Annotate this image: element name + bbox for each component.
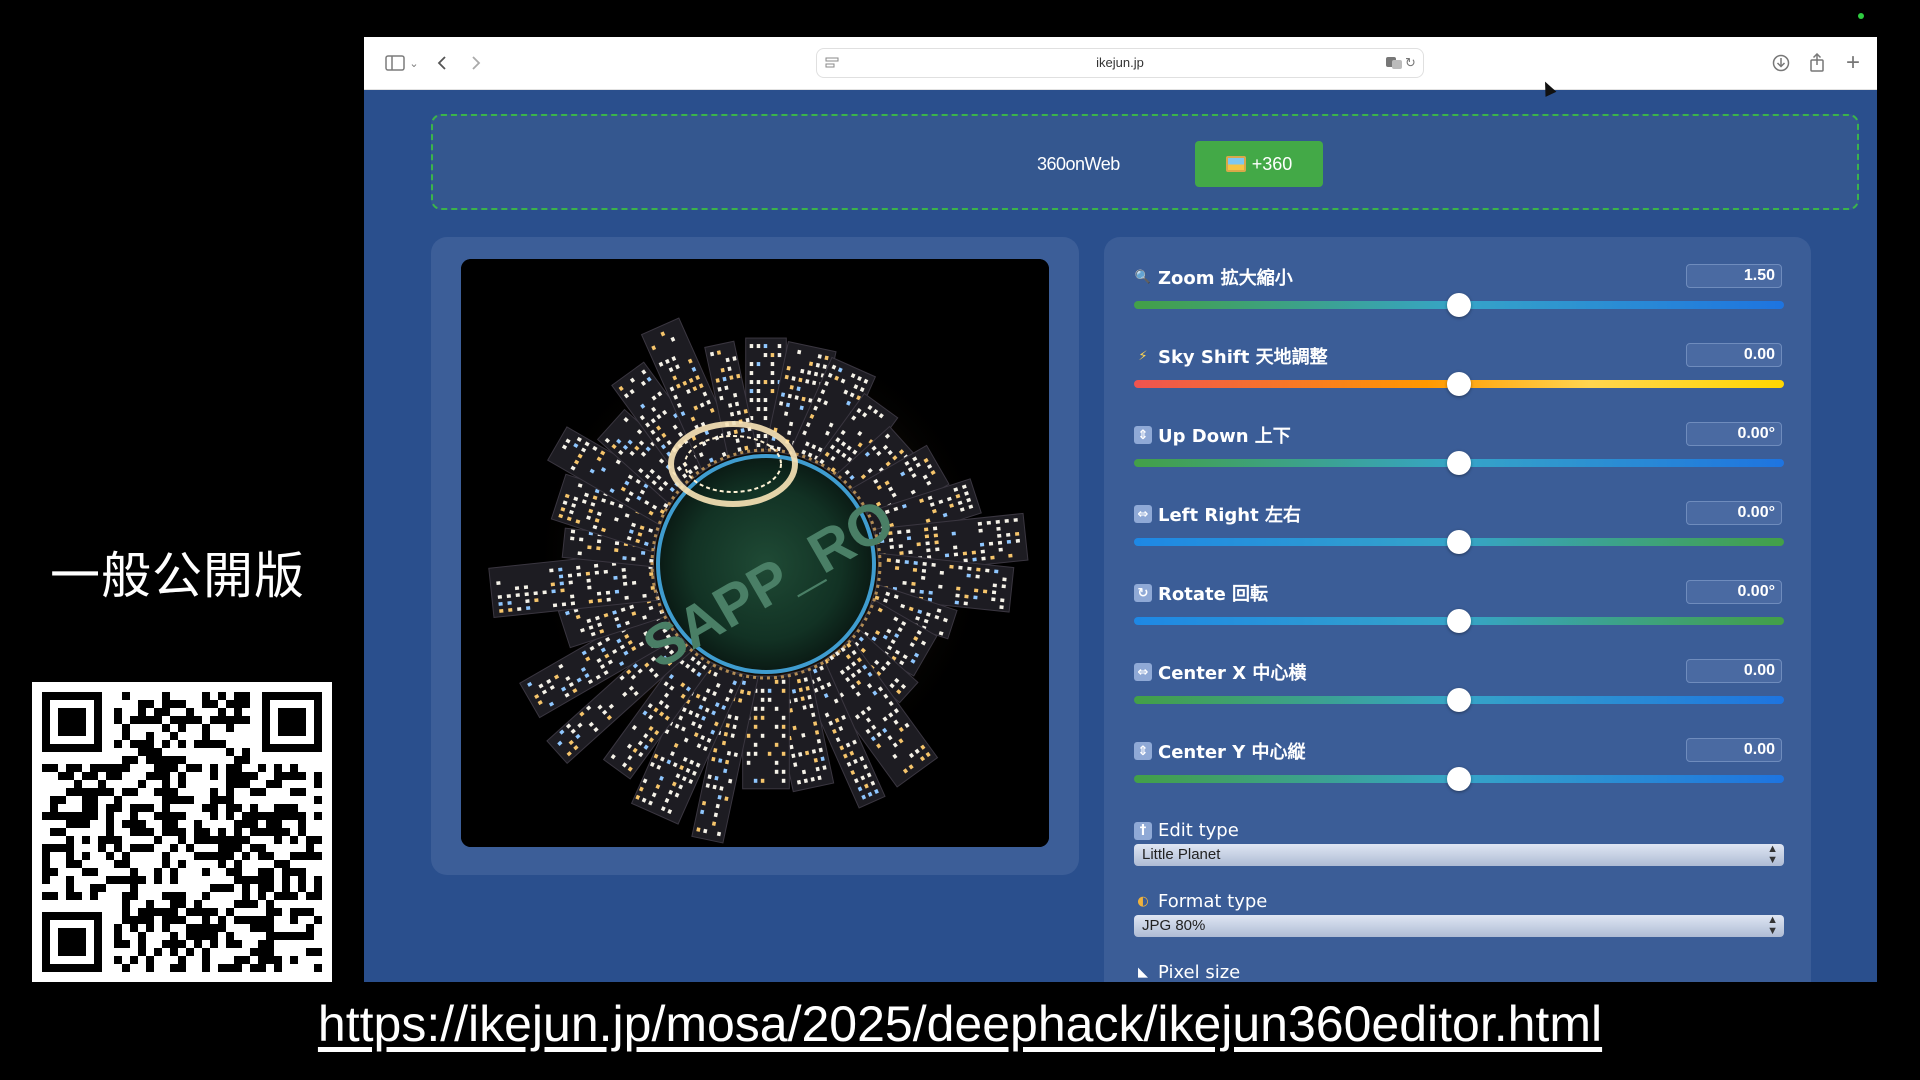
up-down-arrow-icon: ⇕: [1134, 742, 1152, 760]
control-label: ⇕ Up Down 上下: [1134, 422, 1291, 448]
control-label: ⚡ Sky Shift 天地調整: [1134, 343, 1328, 369]
add-360-button-label: +360: [1251, 153, 1293, 174]
control-slider-thumb[interactable]: [1447, 688, 1471, 712]
control-label-text: Center Y 中心縦: [1158, 742, 1306, 763]
banner-label: 360onWeb: [1037, 154, 1120, 174]
control-value-input[interactable]: 0.00: [1686, 343, 1782, 367]
control-slider-thumb[interactable]: [1447, 372, 1471, 396]
control-label-text: Zoom 拡大縮小: [1158, 268, 1293, 289]
control-value-input[interactable]: 0.00°: [1686, 580, 1782, 604]
ad-banner: 360onWeb +360: [431, 114, 1859, 210]
rotate-icon: ↻: [1134, 584, 1152, 602]
left-right-arrow-icon: ⇔: [1134, 663, 1152, 681]
control-value-input[interactable]: 0.00°: [1686, 422, 1782, 446]
qr-code: [32, 682, 332, 982]
address-text: ikejun.jp: [1096, 55, 1144, 70]
lightning-icon: ⚡: [1138, 348, 1148, 364]
control-slider-thumb[interactable]: [1447, 530, 1471, 554]
select-label: ◐ Format type: [1134, 891, 1267, 912]
select-label: † Edit type: [1134, 820, 1239, 841]
control-value-input[interactable]: 0.00: [1686, 659, 1782, 683]
forward-icon[interactable]: [466, 51, 486, 75]
palette-icon: ◐: [1137, 894, 1149, 909]
control-slider-thumb[interactable]: [1447, 293, 1471, 317]
control-label-text: Center X 中心横: [1158, 663, 1307, 684]
status-dot: [1858, 13, 1864, 19]
chevron-down-icon[interactable]: ⌄: [408, 51, 420, 75]
tabs-overview-icon[interactable]: [1848, 51, 1870, 75]
translate-icon[interactable]: [1385, 56, 1402, 70]
control-label: ⇕ Center Y 中心縦: [1134, 738, 1306, 764]
select-value: Little Planet: [1142, 846, 1221, 863]
control-label: ⇔ Center X 中心横: [1134, 659, 1306, 685]
address-bar[interactable]: ikejun.jp ↻: [816, 48, 1424, 78]
select-arrows-icon: ▲ ▼: [1767, 914, 1778, 937]
control-slider-thumb[interactable]: [1447, 767, 1471, 791]
download-icon[interactable]: [1770, 51, 1792, 75]
select-label-text: Edit type: [1158, 820, 1239, 841]
browser-window: ⌄ ikejun.jp ↻ + 360onWeb +360 SAPP_RO 🔍 …: [364, 37, 1877, 982]
preview-panel: SAPP_RO: [431, 237, 1079, 875]
control-value-input[interactable]: 0.00°: [1686, 501, 1782, 525]
share-icon[interactable]: [1806, 51, 1828, 75]
control-label-text: Rotate 回転: [1158, 584, 1269, 605]
edit-type-select[interactable]: Little Planet ▲ ▼: [1134, 844, 1784, 866]
little-planet-preview[interactable]: SAPP_RO: [461, 259, 1049, 847]
control-slider-thumb[interactable]: [1447, 609, 1471, 633]
up-down-arrow-icon: ⇕: [1134, 426, 1152, 444]
dagger-icon: †: [1134, 821, 1152, 840]
slide-side-title: 一般公開版: [50, 547, 305, 605]
select-label-text: Format type: [1158, 891, 1268, 912]
sidebar-icon[interactable]: [384, 51, 406, 75]
control-slider-thumb[interactable]: [1447, 451, 1471, 475]
browser-toolbar: ⌄ ikejun.jp ↻ +: [364, 37, 1877, 90]
select-value: JPG 80%: [1142, 917, 1206, 934]
ruler-icon: ◣: [1138, 965, 1148, 980]
control-label-text: Up Down 上下: [1158, 426, 1291, 447]
control-label: ⇔ Left Right 左右: [1134, 501, 1301, 527]
control-label-text: Sky Shift 天地調整: [1158, 347, 1328, 368]
back-icon[interactable]: [432, 51, 452, 75]
control-value-input[interactable]: 1.50: [1686, 264, 1782, 288]
control-value-input[interactable]: 0.00: [1686, 738, 1782, 762]
left-right-arrow-icon: ⇔: [1134, 505, 1152, 523]
controls-panel: 🔍 Zoom 拡大縮小 1.50 ⚡ Sky Shift 天地調整 0.00 ⇕ Up Dow…: [1104, 237, 1811, 982]
add-360-button[interactable]: +360: [1195, 141, 1323, 187]
format-type-select[interactable]: JPG 80% ▲ ▼: [1134, 915, 1784, 937]
select-label-text: Pixel size: [1158, 962, 1241, 982]
control-label-text: Left Right 左右: [1158, 505, 1301, 526]
control-label: ↻ Rotate 回転: [1134, 580, 1268, 606]
magnifier-icon: 🔍: [1134, 269, 1152, 285]
reload-icon[interactable]: ↻: [1405, 55, 1419, 70]
url-caption[interactable]: https://ikejun.jp/mosa/2025/deephack/ike…: [0, 995, 1920, 1053]
select-label: ◣ Pixel size: [1134, 962, 1240, 982]
picture-icon: [1225, 156, 1246, 172]
control-label: 🔍 Zoom 拡大縮小: [1134, 264, 1293, 290]
select-arrows-icon: ▲ ▼: [1767, 843, 1778, 866]
